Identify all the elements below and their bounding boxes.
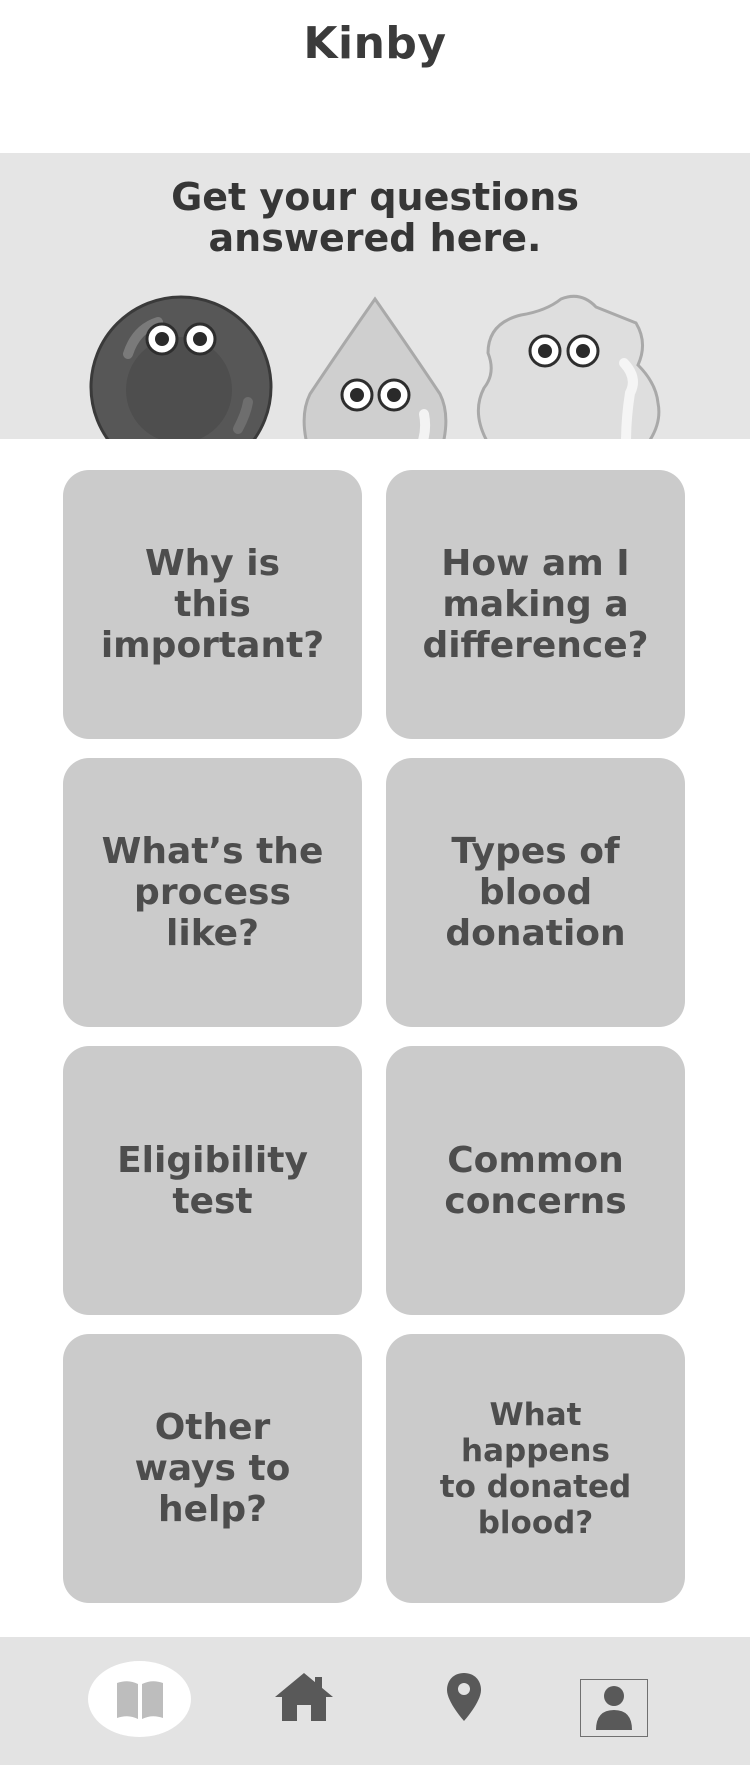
app-title: Kinby	[303, 18, 447, 69]
nav-item-learn[interactable]	[88, 1661, 191, 1737]
bottom-nav	[0, 1637, 750, 1765]
card-process[interactable]: What’s the process like?	[63, 758, 362, 1027]
book-icon	[116, 1681, 163, 1719]
nav-item-home[interactable]	[272, 1667, 336, 1727]
hero-title-line-1: Get your questions	[171, 175, 579, 219]
location-pin-icon	[447, 1673, 481, 1721]
app-header: Kinby	[0, 0, 750, 153]
card-label: Other ways to help?	[134, 1407, 291, 1530]
card-label: Types of blood donation	[445, 831, 626, 954]
card-donated-blood[interactable]: What happens to donated blood?	[386, 1334, 685, 1603]
card-making-difference[interactable]: How am I making a difference?	[386, 470, 685, 739]
card-label: What happens to donated blood?	[439, 1396, 632, 1541]
home-icon	[275, 1673, 333, 1721]
hero-banner: Get your questions answered here.	[0, 153, 750, 439]
hero-title-line-2: answered here.	[208, 216, 542, 260]
card-label: How am I making a difference?	[422, 543, 649, 666]
card-label: Eligibility test	[117, 1139, 308, 1222]
card-label: Why is this important?	[100, 543, 325, 666]
card-other-ways[interactable]: Other ways to help?	[63, 1334, 362, 1603]
platelet-mascot	[476, 294, 661, 439]
card-common-concerns[interactable]: Common concerns	[386, 1046, 685, 1315]
card-label: Common concerns	[444, 1139, 627, 1222]
red-blood-cell-mascot	[89, 295, 273, 439]
nav-item-profile[interactable]	[580, 1679, 648, 1737]
hero-title: Get your questions answered here.	[0, 177, 750, 259]
profile-icon	[596, 1686, 632, 1730]
plasma-drop-mascot	[302, 296, 448, 439]
card-why-important[interactable]: Why is this important?	[63, 470, 362, 739]
card-eligibility-test[interactable]: Eligibility test	[63, 1046, 362, 1315]
card-label: What’s the process like?	[101, 831, 324, 954]
nav-item-locations[interactable]	[440, 1667, 488, 1727]
card-donation-types[interactable]: Types of blood donation	[386, 758, 685, 1027]
